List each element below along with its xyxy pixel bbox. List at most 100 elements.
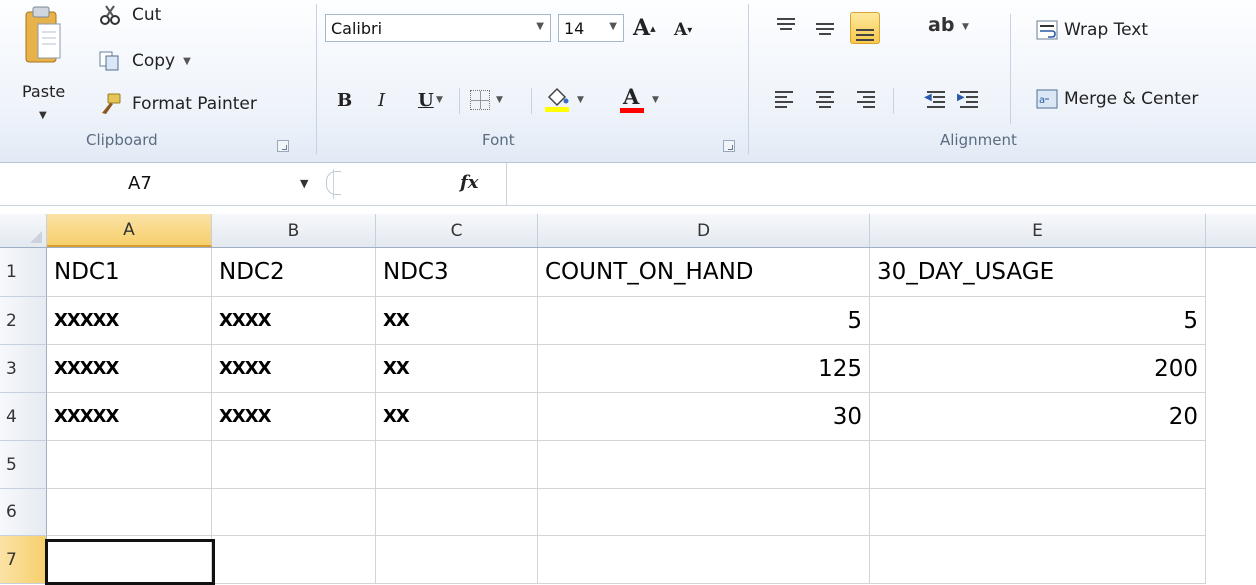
underline-label: U: [418, 89, 434, 111]
top-align-button[interactable]: [772, 14, 800, 42]
cell-a5[interactable]: [47, 441, 212, 489]
copy-button[interactable]: Copy ▼: [98, 48, 191, 74]
cell-d5[interactable]: [538, 441, 870, 489]
cell-a3[interactable]: XXXXX: [47, 345, 212, 393]
cell-c4[interactable]: XX: [376, 393, 538, 441]
orientation-button[interactable]: ab ▼: [926, 14, 974, 42]
bold-button[interactable]: B: [337, 86, 352, 114]
cell-b6[interactable]: [212, 489, 376, 536]
middle-align-button[interactable]: [811, 14, 839, 42]
row-header[interactable]: 4: [0, 393, 47, 441]
toolbar-divider: [531, 88, 532, 114]
wrap-text-button[interactable]: Wrap Text: [1036, 20, 1148, 40]
cell-c3[interactable]: XX: [376, 345, 538, 393]
fill-color-button[interactable]: ▼: [543, 86, 584, 114]
select-all-button[interactable]: [0, 214, 47, 247]
table-row: 3 XXXXX XXXX XX 125 200: [0, 345, 1256, 393]
cell-e1[interactable]: 30_DAY_USAGE: [870, 248, 1206, 297]
copy-label: Copy: [132, 51, 176, 71]
row-header[interactable]: 7: [0, 536, 47, 584]
cell-e6[interactable]: [870, 489, 1206, 536]
merge-center-label: Merge & Center: [1064, 89, 1199, 109]
chevron-down-icon[interactable]: ▼: [536, 21, 544, 32]
cell-d2[interactable]: 5: [538, 297, 870, 345]
insert-function-icon[interactable]: fx: [460, 172, 478, 193]
merge-center-button[interactable]: a Merge & Center: [1036, 89, 1198, 109]
borders-button[interactable]: ▼: [470, 86, 503, 114]
font-group-label: Font: [482, 131, 515, 149]
cell-d1[interactable]: COUNT_ON_HAND: [538, 248, 870, 297]
cell-b3[interactable]: XXXX: [212, 345, 376, 393]
row-header[interactable]: 6: [0, 489, 47, 536]
cell-b1[interactable]: NDC2: [212, 248, 376, 297]
bottom-align-button[interactable]: [850, 12, 880, 44]
increase-indent-button[interactable]: ▶: [955, 86, 983, 114]
row-header[interactable]: 3: [0, 345, 47, 393]
align-right-button[interactable]: [850, 86, 878, 114]
cell-e4[interactable]: 20: [870, 393, 1206, 441]
cut-label: Cut: [132, 5, 162, 25]
cell-c5[interactable]: [376, 441, 538, 489]
chevron-down-icon[interactable]: ▼: [496, 95, 503, 105]
cell-b2[interactable]: XXXX: [212, 297, 376, 345]
cut-button[interactable]: Cut: [98, 2, 161, 28]
decrease-indent-button[interactable]: ◀: [922, 86, 950, 114]
row-header[interactable]: 2: [0, 297, 47, 345]
font-size-combo[interactable]: 14 ▼: [558, 14, 624, 42]
cell-c7[interactable]: [376, 536, 538, 584]
align-center-button[interactable]: [811, 86, 839, 114]
formula-bar-handle-icon[interactable]: [326, 171, 341, 195]
column-header-e[interactable]: E: [870, 214, 1206, 247]
grow-font-icon[interactable]: A ▴: [633, 14, 656, 42]
column-header-c[interactable]: C: [376, 214, 538, 247]
font-name-combo[interactable]: Calibri ▼: [325, 14, 551, 42]
italic-button[interactable]: I: [378, 86, 385, 114]
row-header[interactable]: 1: [0, 248, 47, 297]
underline-button[interactable]: U: [418, 86, 434, 114]
chevron-down-icon[interactable]: ▼: [39, 110, 47, 121]
column-header-d[interactable]: D: [538, 214, 870, 247]
font-name-value: Calibri: [331, 19, 383, 38]
cell-e2[interactable]: 5: [870, 297, 1206, 345]
font-dialog-launcher-icon[interactable]: [723, 140, 735, 152]
row-header[interactable]: 5: [0, 441, 47, 489]
group-divider: [748, 4, 749, 154]
chevron-down-icon[interactable]: ▼: [183, 56, 191, 67]
cell-b4[interactable]: XXXX: [212, 393, 376, 441]
cell-d6[interactable]: [538, 489, 870, 536]
name-box[interactable]: A7 ▼: [0, 169, 334, 199]
cell-a6[interactable]: [47, 489, 212, 536]
cell-e7[interactable]: [870, 536, 1206, 584]
column-header-b[interactable]: B: [212, 214, 376, 247]
clipboard-dialog-launcher-icon[interactable]: [277, 140, 289, 152]
fill-color-swatch: [545, 107, 569, 112]
shrink-font-icon[interactable]: A ▾: [674, 16, 692, 44]
cell-c6[interactable]: [376, 489, 538, 536]
cell-b7[interactable]: [212, 536, 376, 584]
cell-e3[interactable]: 200: [870, 345, 1206, 393]
chevron-down-icon[interactable]: ▼: [300, 177, 308, 190]
cell-c2[interactable]: XX: [376, 297, 538, 345]
column-header-a[interactable]: A: [47, 214, 212, 247]
chevron-down-icon[interactable]: ▼: [609, 21, 617, 32]
cell-a4[interactable]: XXXXX: [47, 393, 212, 441]
chevron-down-icon[interactable]: ▼: [577, 95, 584, 105]
format-painter-button[interactable]: Format Painter: [98, 91, 257, 117]
paste-button[interactable]: Paste ▼: [18, 4, 72, 124]
cell-d7[interactable]: [538, 536, 870, 584]
cell-d4[interactable]: 30: [538, 393, 870, 441]
cell-a7[interactable]: [47, 536, 212, 584]
cell-b5[interactable]: [212, 441, 376, 489]
chevron-down-icon[interactable]: ▼: [962, 22, 969, 32]
cell-d3[interactable]: 125: [538, 345, 870, 393]
chevron-down-icon[interactable]: ▼: [652, 95, 659, 105]
cell-c1[interactable]: NDC3: [376, 248, 538, 297]
chevron-down-icon[interactable]: ▼: [436, 86, 443, 114]
cell-a1[interactable]: NDC1: [47, 248, 212, 297]
cell-e5[interactable]: [870, 441, 1206, 489]
paintbrush-icon: [98, 93, 122, 115]
formula-input[interactable]: [506, 163, 1256, 205]
align-left-button[interactable]: [772, 86, 800, 114]
cell-a2[interactable]: XXXXX: [47, 297, 212, 345]
font-color-button[interactable]: A ▼: [618, 84, 659, 114]
